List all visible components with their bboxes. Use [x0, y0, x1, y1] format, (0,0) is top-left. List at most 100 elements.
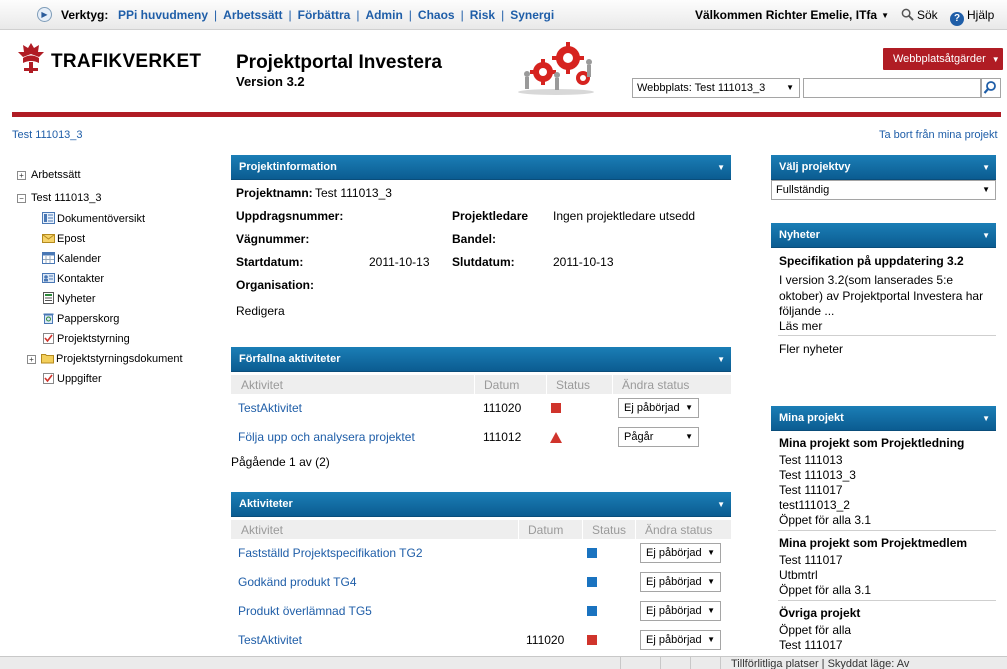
tool-link-risk[interactable]: Risk	[470, 8, 495, 22]
webpart-menu-icon[interactable]: ▼	[982, 406, 990, 431]
nav-item-label: Test 111013_3	[31, 192, 102, 204]
tool-link-admin[interactable]: Admin	[365, 8, 402, 22]
activity-link[interactable]: Godkänd produkt TG4	[238, 575, 357, 589]
view-picker-header[interactable]: Välj projektvy ▼	[771, 155, 996, 180]
activity-link[interactable]: Produkt överlämnad TG5	[238, 604, 372, 618]
overdue-activities-title: Förfallna aktiviteter	[239, 353, 341, 365]
column-header-status[interactable]: Status	[592, 523, 626, 537]
task-icon	[43, 373, 54, 384]
column-header-change-status[interactable]: Ändra status	[622, 378, 689, 392]
activities-table-header: Aktivitet Datum Status Ändra status	[231, 520, 731, 539]
activity-link[interactable]: Följa upp och analysera projektet	[238, 430, 415, 444]
remove-from-my-projects-link[interactable]: Ta bort från mina projekt	[879, 129, 998, 141]
search-link[interactable]: Sök	[901, 8, 938, 22]
project-link[interactable]: Test 111017	[779, 483, 843, 497]
activities-header[interactable]: Aktiviteter ▼	[231, 492, 731, 517]
site-title: Projektportal Investera	[236, 52, 442, 73]
nav-item-label: Kontakter	[57, 273, 105, 285]
change-status-select[interactable]: Ej påbörjad ▼	[618, 398, 699, 418]
search-icon	[983, 81, 996, 94]
tool-link-forbattra[interactable]: Förbättra	[298, 8, 351, 22]
change-status-select[interactable]: Pågår ▼	[618, 427, 699, 447]
my-projects-header[interactable]: Mina projekt ▼	[771, 406, 996, 431]
nav-item-kalender[interactable]: Kalender	[42, 252, 101, 265]
webpart-menu-icon[interactable]: ▼	[717, 492, 725, 517]
change-status-value: Ej påbörjad	[624, 402, 680, 414]
view-picker-title: Välj projektvy	[779, 161, 851, 173]
webpart-menu-icon[interactable]: ▼	[982, 223, 990, 248]
nav-item-uppgifter[interactable]: Uppgifter	[42, 372, 102, 385]
news-headline[interactable]: Specifikation på uppdatering 3.2	[779, 254, 964, 268]
nav-item-kontakter[interactable]: Kontakter	[42, 272, 104, 285]
nav-item-label: Dokumentöversikt	[57, 213, 146, 225]
search-icon	[901, 8, 914, 21]
tool-link-chaos[interactable]: Chaos	[418, 8, 455, 22]
activity-link[interactable]: TestAktivitet	[238, 633, 302, 647]
project-info-header[interactable]: Projektinformation ▼	[231, 155, 731, 180]
project-link[interactable]: Öppet för alla 3.1	[779, 583, 871, 597]
breadcrumb[interactable]: Test 111013_3	[12, 129, 83, 141]
help-link[interactable]: ? Hjälp	[950, 8, 994, 26]
webpart-menu-icon[interactable]: ▼	[717, 347, 725, 372]
tool-link-synergi[interactable]: Synergi	[510, 8, 554, 22]
webpart-menu-icon[interactable]: ▼	[717, 155, 725, 180]
expand-icon[interactable]: +	[27, 355, 36, 364]
activity-link[interactable]: Fastställd Projektspecifikation TG2	[238, 546, 423, 560]
change-status-value: Ej påbörjad	[646, 576, 702, 588]
nav-item-test-project[interactable]: − Test 111013_3	[17, 192, 102, 204]
column-header-status[interactable]: Status	[556, 378, 590, 392]
column-header-date[interactable]: Datum	[484, 378, 519, 392]
project-link[interactable]: Utbmtrl	[779, 568, 818, 582]
activity-link[interactable]: TestAktivitet	[238, 401, 302, 415]
change-status-select[interactable]: Ej påbörjad ▼	[640, 601, 721, 621]
change-status-select[interactable]: Ej påbörjad ▼	[640, 630, 721, 650]
search-submit-button[interactable]	[981, 78, 1001, 98]
nav-item-nyheter[interactable]: Nyheter	[42, 292, 96, 305]
overdue-activities-header[interactable]: Förfallna aktiviteter ▼	[231, 347, 731, 372]
user-menu[interactable]: Välkommen Richter Emelie, ITfa ▼	[695, 8, 889, 22]
project-link[interactable]: Test 111013_3	[779, 468, 856, 482]
chevron-down-icon: ▼	[707, 577, 715, 586]
project-link[interactable]: Öppet för alla 3.1	[779, 513, 871, 527]
column-header-activity[interactable]: Aktivitet	[241, 523, 283, 537]
task-icon	[43, 333, 54, 344]
news-title: Nyheter	[779, 229, 820, 241]
tool-link-ppi[interactable]: PPi huvudmeny	[118, 8, 208, 22]
edit-project-link[interactable]: Redigera	[236, 304, 285, 318]
tool-link-arbetssatt[interactable]: Arbetssätt	[223, 8, 282, 22]
news-header[interactable]: Nyheter ▼	[771, 223, 996, 248]
project-link[interactable]: test111013_2	[779, 498, 850, 512]
navigate-arrow-icon[interactable]: ▶	[37, 7, 52, 22]
project-link[interactable]: Test 111013	[779, 453, 843, 467]
chevron-down-icon: ▼	[685, 432, 693, 441]
change-status-select[interactable]: Ej påbörjad ▼	[640, 543, 721, 563]
end-date-value: 2011-10-13	[553, 255, 614, 269]
expand-icon[interactable]: +	[17, 171, 26, 180]
nav-item-projektstyrning[interactable]: Projektstyrning	[42, 332, 130, 345]
search-input[interactable]	[803, 78, 981, 98]
nav-item-projektstyrningsdokument[interactable]: + Projektstyrningsdokument	[27, 352, 183, 365]
column-header-activity[interactable]: Aktivitet	[241, 378, 283, 392]
webpart-menu-icon[interactable]: ▼	[982, 155, 990, 180]
site-actions-button[interactable]: Webbplatsåtgärder ▼	[883, 48, 1003, 70]
end-date-label: Slutdatum:	[452, 255, 515, 269]
nav-item-papperskorg[interactable]: Papperskorg	[42, 312, 119, 325]
news-icon	[43, 292, 54, 304]
project-link[interactable]: Test 111017	[779, 638, 843, 652]
collapse-icon[interactable]: −	[17, 194, 26, 203]
nav-item-epost[interactable]: Epost	[42, 232, 85, 245]
nav-item-dokumentoversikt[interactable]: Dokumentöversikt	[42, 212, 145, 225]
change-status-select[interactable]: Ej påbörjad ▼	[640, 572, 721, 592]
column-header-change-status[interactable]: Ändra status	[645, 523, 712, 537]
site-scope-select[interactable]: Webbplats: Test 111013_3 ▼	[632, 78, 800, 98]
column-header-date[interactable]: Datum	[528, 523, 563, 537]
nav-item-arbetssatt[interactable]: + Arbetssätt	[17, 169, 81, 181]
project-link[interactable]: Test 111017	[779, 553, 843, 567]
recycle-bin-icon	[43, 313, 54, 324]
more-news-link[interactable]: Fler nyheter	[779, 342, 843, 356]
organisation-label: Organisation:	[236, 278, 315, 292]
read-more-link[interactable]: Läs mer	[779, 319, 822, 333]
project-view-select[interactable]: Fullständig ▼	[771, 180, 996, 200]
project-link[interactable]: Öppet för alla	[779, 623, 851, 637]
activity-date: 111020	[483, 401, 522, 415]
